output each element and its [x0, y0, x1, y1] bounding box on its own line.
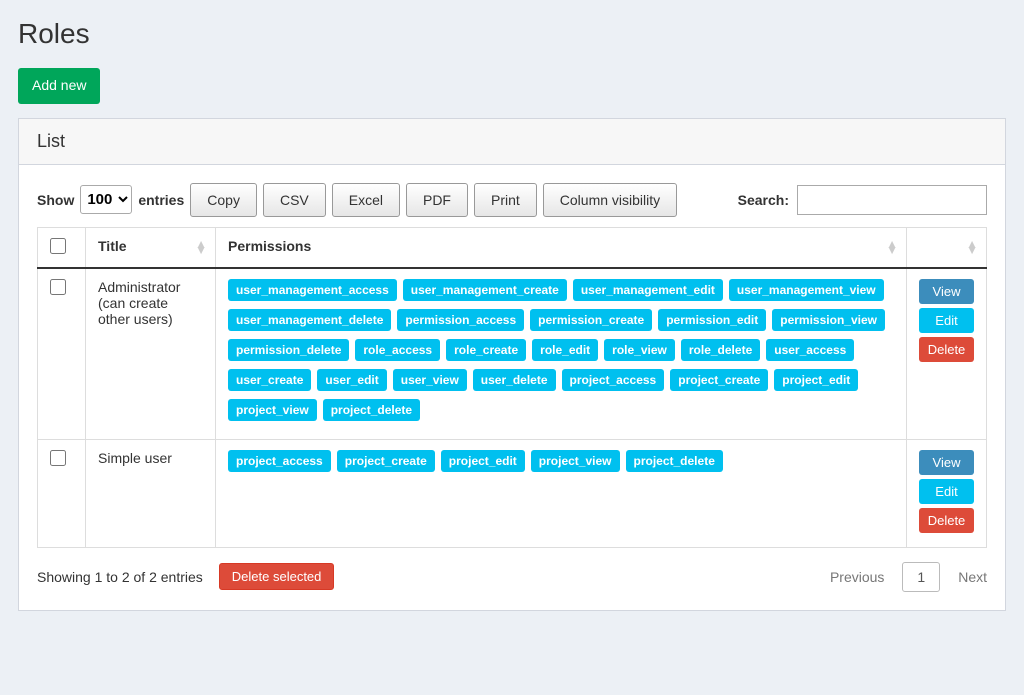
select-all-checkbox[interactable] — [50, 238, 66, 254]
sort-icon: ▲▼ — [966, 241, 978, 253]
permission-badge: project_view — [531, 450, 620, 472]
page-title: Roles — [18, 18, 1006, 50]
column-visibility-button[interactable]: Column visibility — [543, 183, 677, 217]
permission-badge: user_management_view — [729, 279, 884, 301]
permission-badge: project_access — [562, 369, 665, 391]
permission-badge: user_view — [393, 369, 467, 391]
title-column-label: Title — [98, 238, 127, 254]
permission-badge: user_management_delete — [228, 309, 391, 331]
permission-badge: project_access — [228, 450, 331, 472]
permission-badge: user_management_access — [228, 279, 397, 301]
permission-badge: project_create — [670, 369, 768, 391]
permissions-column-header[interactable]: Permissions ▲▼ — [216, 227, 907, 268]
copy-button[interactable]: Copy — [190, 183, 257, 217]
permission-badge: project_delete — [626, 450, 723, 472]
permission-badge: project_create — [337, 450, 435, 472]
permission-badge: user_management_edit — [573, 279, 723, 301]
list-panel: List Show 100 entries Copy CSV Excel PDF… — [18, 118, 1006, 611]
permission-badge: user_delete — [473, 369, 556, 391]
panel-header: List — [19, 119, 1005, 165]
permission-badge: user_edit — [317, 369, 386, 391]
sort-icon: ▲▼ — [886, 241, 898, 253]
csv-button[interactable]: CSV — [263, 183, 326, 217]
delete-selected-button[interactable]: Delete selected — [219, 563, 335, 590]
actions-column-header: ▲▼ — [907, 227, 987, 268]
table-row: Simple userproject_accessproject_createp… — [38, 439, 987, 547]
permission-badge: permission_view — [772, 309, 885, 331]
permissions-column-label: Permissions — [228, 238, 311, 254]
edit-button[interactable]: Edit — [919, 308, 974, 333]
previous-page[interactable]: Previous — [830, 569, 884, 585]
view-button[interactable]: View — [919, 279, 974, 304]
permission-badge: role_view — [604, 339, 675, 361]
length-entries-label: entries — [138, 192, 184, 208]
permission-badge: project_view — [228, 399, 317, 421]
permission-badge: role_access — [355, 339, 440, 361]
row-permissions: project_access project_create project_edit… — [216, 439, 907, 547]
table-controls: Show 100 entries Copy CSV Excel PDF Prin… — [37, 183, 987, 217]
permission-badge: permission_access — [397, 309, 524, 331]
permission-badge: project_delete — [323, 399, 420, 421]
roles-table: Title ▲▼ Permissions ▲▼ ▲▼ Administrator… — [37, 227, 987, 548]
table-row: Administrator (can create other users)us… — [38, 268, 987, 440]
permission-badge: permission_edit — [658, 309, 766, 331]
row-checkbox[interactable] — [50, 279, 66, 295]
permission-badge: project_edit — [441, 450, 525, 472]
excel-button[interactable]: Excel — [332, 183, 400, 217]
row-title: Administrator (can create other users) — [86, 268, 216, 440]
permission-badge: role_edit — [532, 339, 598, 361]
search-input[interactable] — [797, 185, 987, 215]
edit-button[interactable]: Edit — [919, 479, 974, 504]
permission-badge: user_management_create — [403, 279, 567, 301]
row-checkbox[interactable] — [50, 450, 66, 466]
row-title: Simple user — [86, 439, 216, 547]
select-all-header — [38, 227, 86, 268]
page-number[interactable]: 1 — [902, 562, 940, 592]
length-show-label: Show — [37, 192, 74, 208]
print-button[interactable]: Print — [474, 183, 537, 217]
row-permissions: user_management_access user_management_cr… — [216, 268, 907, 440]
sort-icon: ▲▼ — [195, 241, 207, 253]
delete-button[interactable]: Delete — [919, 337, 974, 362]
permission-badge: role_delete — [681, 339, 760, 361]
view-button[interactable]: View — [919, 450, 974, 475]
permission-badge: user_create — [228, 369, 311, 391]
length-select[interactable]: 100 — [80, 185, 132, 214]
delete-button[interactable]: Delete — [919, 508, 974, 533]
title-column-header[interactable]: Title ▲▼ — [86, 227, 216, 268]
permission-badge: role_create — [446, 339, 526, 361]
pager: Previous 1 Next — [830, 562, 987, 592]
table-info: Showing 1 to 2 of 2 entries — [37, 569, 203, 585]
pdf-button[interactable]: PDF — [406, 183, 468, 217]
permission-badge: project_edit — [774, 369, 858, 391]
add-new-button[interactable]: Add new — [18, 68, 100, 104]
permission-badge: user_access — [766, 339, 854, 361]
next-page[interactable]: Next — [958, 569, 987, 585]
permission-badge: permission_delete — [228, 339, 349, 361]
search-label: Search: — [738, 192, 789, 208]
permission-badge: permission_create — [530, 309, 652, 331]
